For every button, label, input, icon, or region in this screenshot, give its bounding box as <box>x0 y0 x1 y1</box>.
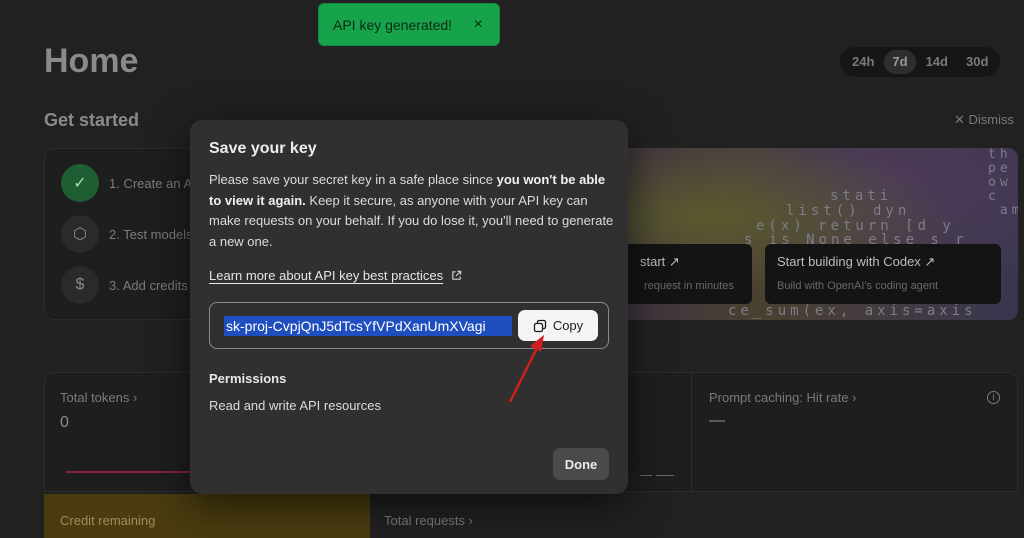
total-tokens-label[interactable]: Total tokens › <box>60 390 137 405</box>
total-tokens-value: 0 <box>60 414 69 431</box>
toast-message: API key generated! <box>333 16 453 33</box>
cube-icon: ⬡ <box>61 215 99 253</box>
step-label: 1. Create an A <box>109 175 193 191</box>
hero-code-line: ce_sum(ex, axis=axis <box>728 303 977 319</box>
modal-title: Save your key <box>209 140 317 157</box>
dismiss-label: Dismiss <box>968 112 1015 127</box>
get-started-heading: Get started <box>44 110 140 130</box>
permissions-title: Permissions <box>209 371 287 386</box>
hero-code-col: th pe ow c am <box>988 148 1018 218</box>
copy-icon <box>533 319 546 332</box>
credit-remaining-label: Credit remaining <box>60 513 156 528</box>
range-30d[interactable]: 30d <box>958 50 996 74</box>
time-range-selector[interactable]: 24h 7d 14d 30d <box>840 47 1001 77</box>
range-7d[interactable]: 7d <box>884 50 916 74</box>
hero-banner: th pe ow c am stati list() dyn e(x) retu… <box>580 148 1018 320</box>
done-button[interactable]: Done <box>553 448 609 480</box>
permissions-value: Read and write API resources <box>209 398 381 413</box>
check-icon: ✓ <box>61 164 99 202</box>
prompt-caching-label[interactable]: Prompt caching: Hit rate › <box>709 390 856 405</box>
dismiss-button[interactable]: ✕ Dismiss <box>954 112 1014 128</box>
step-label: 3. Add credits <box>109 277 188 293</box>
success-toast: API key generated! × <box>318 3 500 46</box>
api-key-input[interactable] <box>224 316 512 336</box>
external-link-icon <box>452 270 462 280</box>
dollar-icon: $ <box>61 266 99 304</box>
tokens-sparkline <box>66 471 190 473</box>
step-add-credits[interactable]: $ 3. Add credits <box>61 265 188 305</box>
hero-code-line: list() dyn <box>786 203 911 219</box>
chart-dash <box>640 475 652 476</box>
metrics-divider <box>691 372 692 492</box>
copy-button[interactable]: Copy <box>518 310 598 341</box>
save-key-modal: Save your key Please save your secret ke… <box>190 120 628 494</box>
learn-more-link[interactable]: Learn more about API key best practices <box>209 268 462 283</box>
codex-card[interactable]: Start building with Codex ↗ Build with O… <box>765 244 1001 304</box>
page-title: Home <box>44 42 139 80</box>
copy-label: Copy <box>552 318 584 333</box>
range-24h[interactable]: 24h <box>844 50 882 74</box>
api-key-field: Copy <box>209 302 609 349</box>
hero-code-line: stati <box>830 188 893 204</box>
prompt-caching-value: — <box>709 412 725 429</box>
total-requests-label[interactable]: Total requests › <box>384 513 473 528</box>
chart-dash <box>656 475 674 476</box>
step-create-key[interactable]: ✓ 1. Create an A <box>61 163 192 203</box>
codex-subtitle: Build with OpenAI's coding agent <box>777 280 939 292</box>
codex-title: Start building with Codex ↗ <box>777 254 936 269</box>
step-label: 2. Test models <box>109 226 193 242</box>
modal-description: Please save your secret key in a safe pl… <box>209 172 614 249</box>
range-14d[interactable]: 14d <box>918 50 956 74</box>
info-icon[interactable]: i <box>987 391 1000 404</box>
toast-close-icon[interactable]: × <box>474 16 483 34</box>
step-test-models[interactable]: ⬡ 2. Test models <box>61 214 193 254</box>
close-icon: ✕ <box>954 112 965 127</box>
